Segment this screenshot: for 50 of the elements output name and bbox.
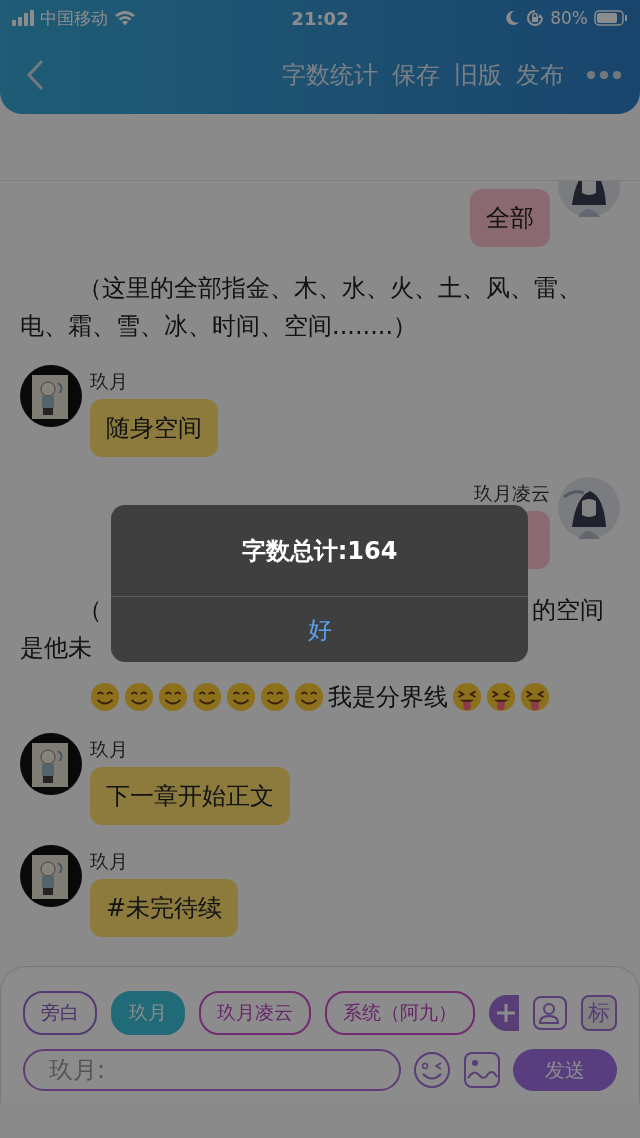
alert-message: 字数总计:164 [240,536,399,567]
header-action[interactable]: 发布 [516,59,564,91]
wink-face-icon[interactable] [413,1051,451,1089]
person-icon[interactable] [533,996,567,1030]
role-chip[interactable]: 玖月凌云 [199,991,311,1035]
narration-text: （这里的全部指金、木、水、火、土、风、雷、电、霜、雪、冰、时间、空间........） [20,273,583,342]
narration-text: （ [78,595,102,626]
tongue-face-icon [486,682,516,712]
sender-name: 玖月 [90,849,129,873]
back-icon[interactable] [24,58,46,92]
wifi-icon [114,10,136,26]
role-chip[interactable]: 玖月 [111,991,185,1035]
divider-text: 我是分界线 [328,682,448,713]
role-chip[interactable]: 旁白 [23,991,97,1035]
tongue-face-icon [520,682,550,712]
battery-icon [594,10,628,26]
ok-button[interactable]: 好 [111,596,528,662]
narration-text: 是他未 [20,634,92,662]
smiling-face-icon [90,682,120,712]
add-icon[interactable] [489,995,519,1031]
tag-button[interactable]: 标 [581,995,617,1031]
smiling-face-icon [158,682,188,712]
message-bubble: 全部 [470,189,550,247]
image-icon[interactable] [463,1051,501,1089]
message-bubble: 下一章开始正文 [90,767,290,825]
rotation-lock-icon [526,9,545,27]
role-chip[interactable]: 系统（阿九） [325,991,475,1035]
smiling-face-icon [124,682,154,712]
message-bubble: 随身空间 [90,399,218,457]
clock-time: 21:02 [291,7,349,29]
header-action[interactable]: 字数统计 [282,59,378,91]
tongue-face-icon [452,682,482,712]
narration-text: 的空间 [532,595,604,626]
message-bubble: #未完待续 [90,879,239,937]
smiling-face-icon [192,682,222,712]
battery-percentage: 80% [550,8,588,28]
signal-icon [12,10,34,26]
carrier-name: 中国移动 [40,6,108,30]
smiling-face-icon [226,682,256,712]
send-button[interactable]: 发送 [513,1049,617,1091]
smiling-face-icon [260,682,290,712]
header-action[interactable]: 旧版 [454,59,502,91]
more-icon[interactable] [586,70,622,80]
sender-name: 玖月 [90,737,129,761]
smiling-face-icon [294,682,324,712]
sender-name: 玖月 [90,369,129,393]
moon-icon [504,10,521,26]
sender-name: 玖月凌云 [474,481,550,505]
message-input[interactable]: 玖月: [23,1049,401,1091]
header-action[interactable]: 保存 [392,59,440,91]
